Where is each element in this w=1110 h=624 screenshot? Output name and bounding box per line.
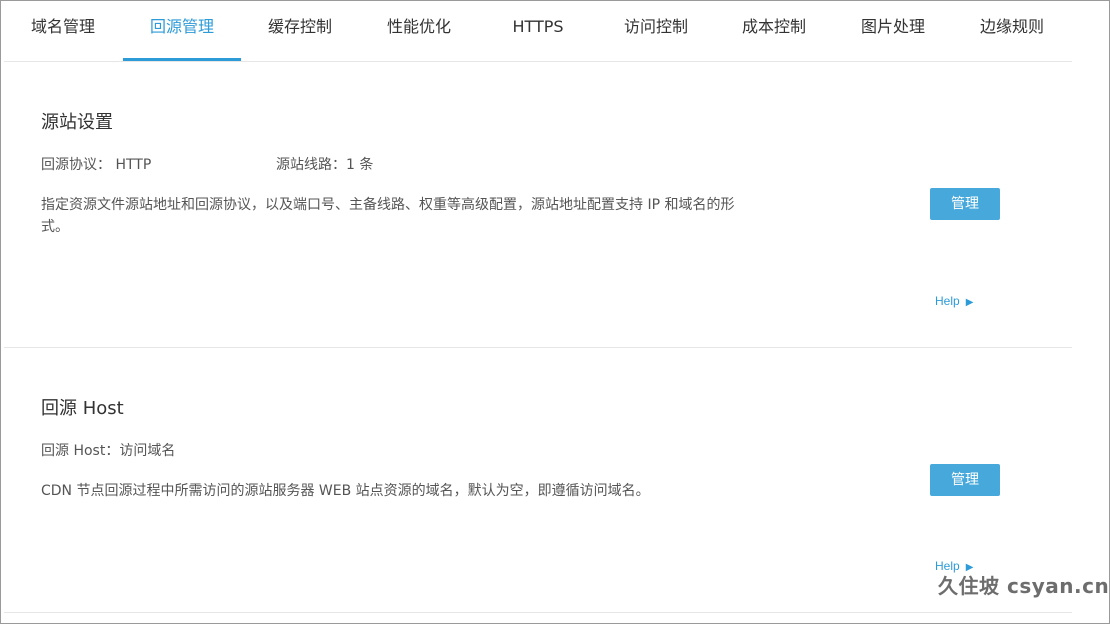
origin-protocol: 回源协议： HTTP xyxy=(41,157,152,173)
origin-host-section: 回源 Host 回源 Host：访问域名 CDN 节点回源过程中所需访问的源站服… xyxy=(4,348,1072,613)
tab-performance[interactable]: 性能优化 xyxy=(360,0,478,61)
tab-domain-management[interactable]: 域名管理 xyxy=(4,0,122,61)
tab-origin-management[interactable]: 回源管理 xyxy=(123,0,241,61)
section-description: 指定资源文件源站地址和回源协议，以及端口号、主备线路、权重等高级配置，源站地址配… xyxy=(41,197,735,235)
tab-https[interactable]: HTTPS xyxy=(479,0,597,61)
tab-cache-control[interactable]: 缓存控制 xyxy=(241,0,359,61)
watermark: 久住坡 csyan.cn xyxy=(938,574,1110,598)
tab-cost-control[interactable]: 成本控制 xyxy=(715,0,833,61)
help-label: Help xyxy=(935,294,960,308)
play-arrow-icon: ▶ xyxy=(965,297,974,308)
origin-lines: 源站线路：1 条 xyxy=(276,157,374,173)
tab-image-processing[interactable]: 图片处理 xyxy=(834,0,952,61)
tab-bar: 域名管理 回源管理 缓存控制 性能优化 HTTPS 访问控制 成本控制 图片处理… xyxy=(4,0,1072,62)
section-description: CDN 节点回源过程中所需访问的源站服务器 WEB 站点资源的域名，默认为空，即… xyxy=(41,483,650,499)
origin-host-value: 回源 Host：访问域名 xyxy=(41,443,176,459)
section-title: 源站设置 xyxy=(41,112,113,133)
section-title: 回源 Host xyxy=(41,398,124,419)
origin-settings-section: 源站设置 回源协议： HTTP 源站线路：1 条 指定资源文件源站地址和回源协议… xyxy=(4,62,1072,348)
manage-button[interactable]: 管理 xyxy=(930,188,1000,220)
tab-access-control[interactable]: 访问控制 xyxy=(597,0,715,61)
manage-button[interactable]: 管理 xyxy=(930,464,1000,496)
help-link[interactable]: Help ▶ xyxy=(935,294,973,308)
tab-edge-rules[interactable]: 边缘规则 xyxy=(953,0,1071,61)
